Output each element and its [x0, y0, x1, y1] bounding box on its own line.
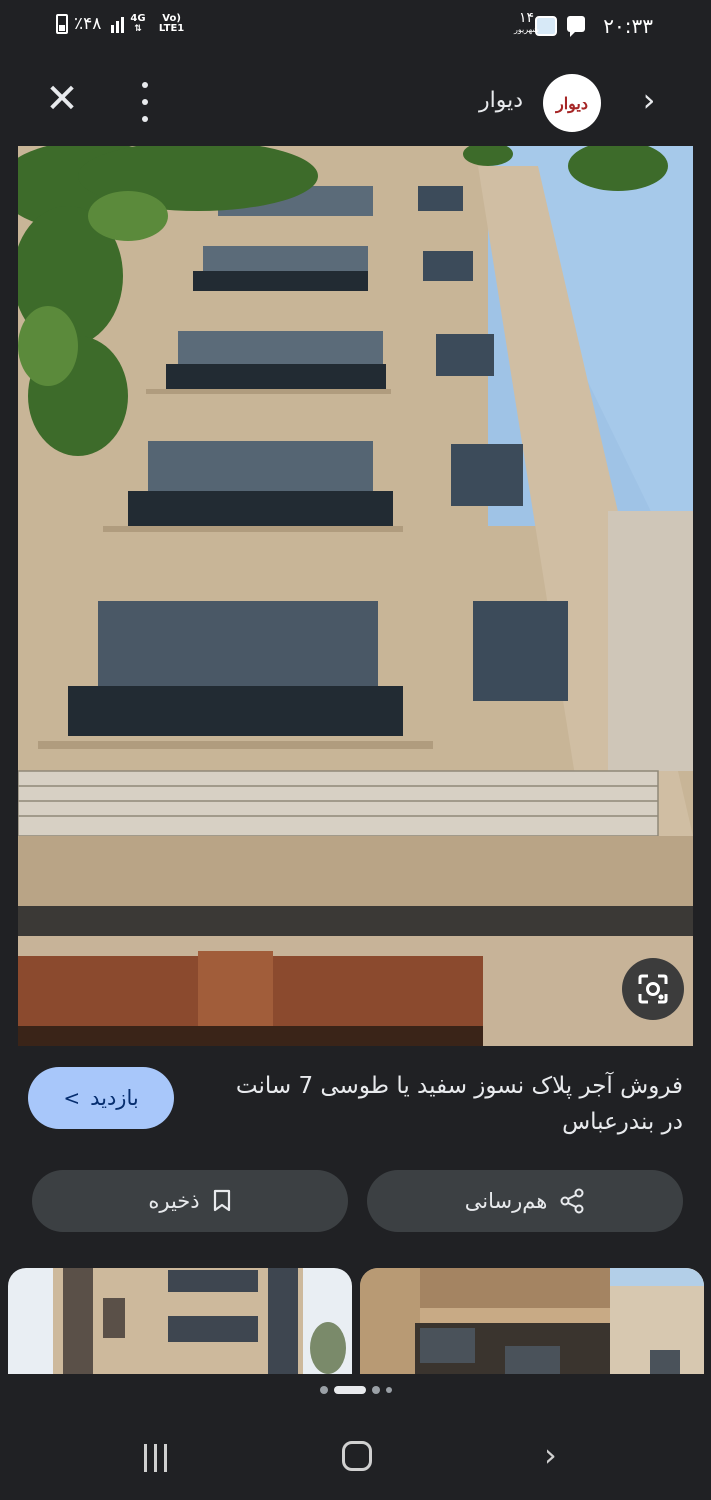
bookmark-icon — [213, 1189, 230, 1212]
related-image-2-photo — [360, 1268, 704, 1374]
share-icon — [560, 1188, 584, 1214]
chevron-right-icon: › — [642, 81, 656, 119]
home-button[interactable] — [342, 1441, 372, 1471]
top-bar: ✕ دیوار دیوار › — [0, 56, 711, 146]
share-button[interactable]: هم‌رسانی — [367, 1170, 683, 1232]
close-button[interactable]: ✕ — [42, 78, 82, 124]
back-icon: › — [544, 1436, 557, 1474]
carousel-indicator — [0, 1386, 711, 1394]
related-image-1[interactable] — [8, 1268, 352, 1374]
system-nav-bar: › — [0, 1420, 711, 1500]
status-date: ۱۴ شهریور — [513, 11, 539, 36]
carousel-dot — [319, 1386, 328, 1394]
site-name[interactable]: دیوار — [479, 88, 523, 113]
main-image[interactable] — [18, 146, 693, 1046]
more-vert-icon — [142, 82, 148, 88]
signal-icon — [111, 15, 125, 33]
message-icon — [567, 16, 585, 37]
recent-apps-button[interactable] — [144, 1444, 167, 1472]
carousel-dot — [371, 1386, 380, 1394]
visit-label: بازدید — [90, 1086, 139, 1110]
notification-icons — [535, 16, 585, 37]
lens-icon — [638, 974, 668, 1004]
more-options-button[interactable] — [132, 82, 158, 122]
save-label: ذخیره — [148, 1189, 200, 1213]
result-title[interactable]: فروش آجر پلاک نسوز سفید یا طوسی 7 سانت د… — [233, 1068, 683, 1140]
volte-indicator: Vo) LTE1 — [158, 13, 185, 34]
network-type: 4G — [130, 13, 146, 24]
status-left-group: ٪۴۸ 4G ⇅ Vo) LTE1 — [56, 14, 192, 34]
carousel-dot-active — [333, 1386, 366, 1394]
chevron-left-icon: < — [63, 1086, 81, 1110]
site-logo[interactable]: دیوار — [543, 74, 601, 132]
forward-button[interactable]: › — [634, 84, 664, 118]
related-image-1-photo — [8, 1268, 352, 1374]
site-logo-text: دیوار — [555, 93, 588, 113]
lens-search-button[interactable] — [622, 958, 684, 1020]
status-time: ۲۰:۳۳ — [603, 14, 653, 38]
battery-icon — [56, 14, 68, 34]
save-button[interactable]: ذخیره — [32, 1170, 348, 1232]
close-icon: ✕ — [45, 76, 79, 122]
battery-percentage: ٪۴۸ — [74, 14, 102, 34]
network-indicator: 4G ⇅ — [130, 13, 146, 35]
building-photo — [18, 146, 693, 1046]
status-date-month: شهریور — [513, 25, 539, 34]
visit-button[interactable]: < بازدید — [28, 1067, 174, 1129]
share-label: هم‌رسانی — [464, 1189, 548, 1213]
recent-apps-icon — [144, 1444, 147, 1472]
related-image-2[interactable] — [360, 1268, 704, 1374]
back-button[interactable]: › — [544, 1436, 557, 1474]
carousel-dot — [385, 1387, 392, 1393]
status-bar: ٪۴۸ 4G ⇅ Vo) LTE1 ۱۴ شهریور ۲۰:۳۳ — [0, 0, 711, 56]
